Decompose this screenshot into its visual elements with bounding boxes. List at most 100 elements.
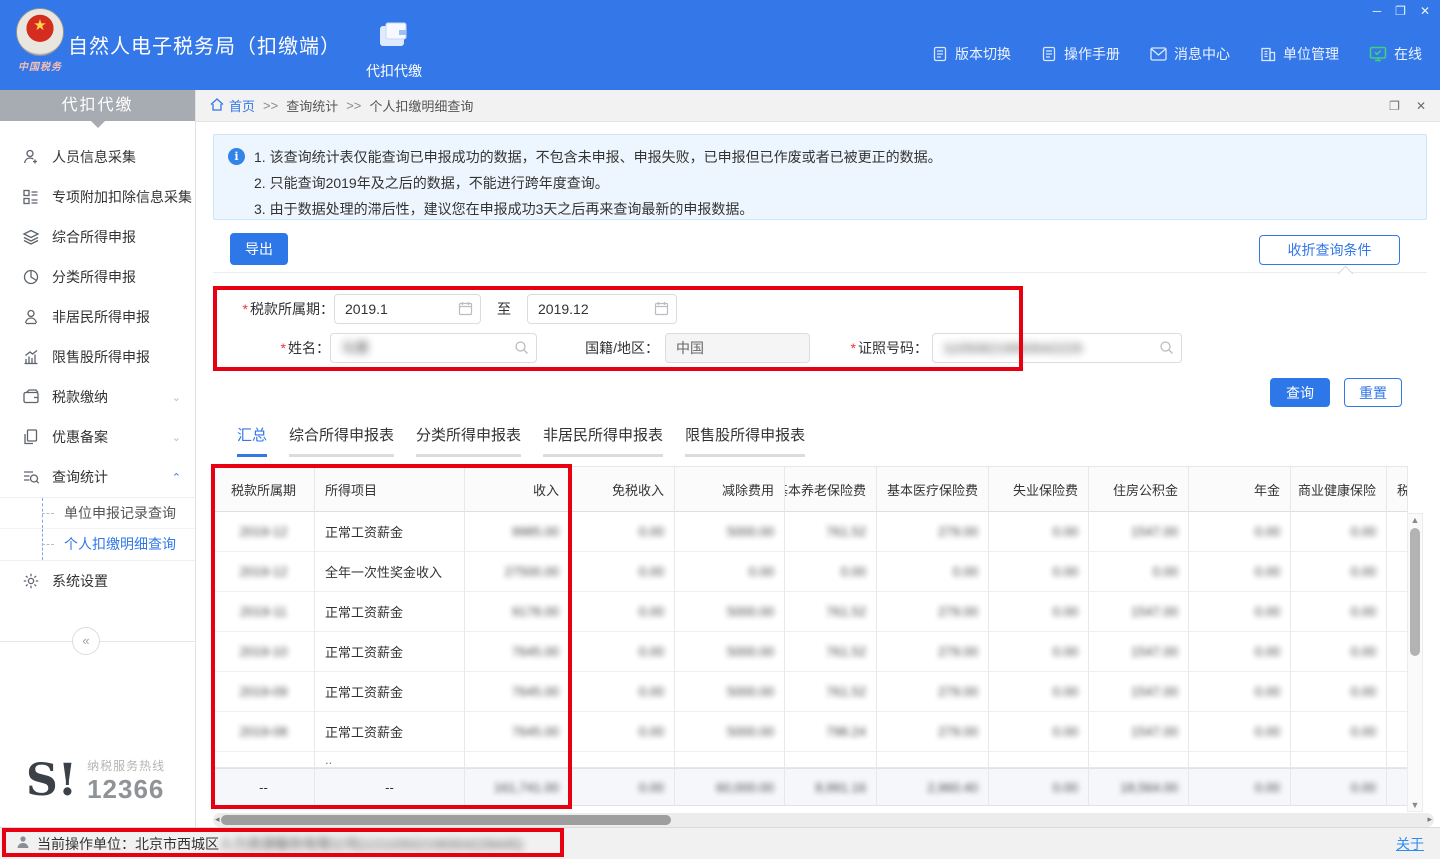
module-tab-withholding[interactable]: 代扣代缴 <box>348 16 440 90</box>
period-from-input[interactable]: 2019.1 <box>334 294 481 324</box>
id-label: *证照号码： <box>832 338 928 358</box>
close-button[interactable]: ✕ <box>1420 4 1430 18</box>
copy-icon <box>22 428 40 446</box>
table-cell: 所得项目 <box>315 466 465 512</box>
table-cell <box>213 752 315 768</box>
tab-comprehensive-income[interactable]: 综合所得申报表 <box>289 424 394 457</box>
maximize-button[interactable]: ❐ <box>1395 4 1406 18</box>
table-cell <box>1387 768 1408 806</box>
table-cell: 正常工资薪金 <box>315 632 465 672</box>
app-header: ★ 中国税务 自然人电子税务局（扣缴端） 代扣代缴 ─ ❐ ✕ 版本切换 操作手… <box>0 0 1440 90</box>
chevron-down-icon: ⌄ <box>172 431 181 444</box>
horizontal-scrollbar[interactable]: ◂ ▸ <box>213 813 1434 827</box>
scroll-right-arrow[interactable]: ▸ <box>1427 814 1432 825</box>
search-icon[interactable] <box>514 340 529 358</box>
menu-manual[interactable]: 操作手册 <box>1041 44 1120 64</box>
sidebar-item-special-deduction[interactable]: 专项附加扣除信息采集 <box>0 177 195 217</box>
sidebar-item-query-statistics[interactable]: 查询统计 ⌃ <box>0 457 195 497</box>
about-link[interactable]: 关于 <box>1396 834 1424 854</box>
reset-button[interactable]: 重置 <box>1344 378 1402 407</box>
table-cell: 5000.00 <box>675 712 785 752</box>
sidebar-item-restricted-shares[interactable]: 限售股所得申报 <box>0 337 195 377</box>
vertical-scroll-thumb[interactable] <box>1410 528 1420 656</box>
table-cell: 798.24 <box>785 712 877 752</box>
horizontal-scroll-thumb[interactable] <box>221 815 671 825</box>
id-input[interactable]: 110506219993042229 <box>932 333 1182 363</box>
table-cell <box>1387 712 1408 752</box>
scroll-down-arrow[interactable]: ▼ <box>1408 800 1422 810</box>
sidebar-item-system-settings[interactable]: 系统设置 <box>0 561 195 601</box>
minimize-button[interactable]: ─ <box>1373 4 1382 18</box>
table-cell <box>1387 592 1408 632</box>
scroll-left-arrow[interactable]: ◂ <box>215 814 220 825</box>
tab-classified-income[interactable]: 分类所得申报表 <box>416 424 521 457</box>
table-body: 2019-12正常工资薪金9985.000.005000.00761.52279… <box>213 512 1407 806</box>
sidebar-item-tax-payment[interactable]: 税款缴纳 ⌄ <box>0 377 195 417</box>
national-emblem-icon: ★ <box>16 8 64 56</box>
search-icon[interactable] <box>1159 340 1174 358</box>
table-cell <box>877 752 989 768</box>
table-cell: 2019-09 <box>213 672 315 712</box>
sidebar-item-nonresident-income[interactable]: 非居民所得申报 <box>0 297 195 337</box>
table-cell: 1547.00 <box>1089 512 1189 552</box>
calendar-icon[interactable] <box>458 301 473 319</box>
table-cell: 税 <box>1387 466 1408 512</box>
table-cell: 0.00 <box>1291 512 1387 552</box>
name-input[interactable]: 马蓉 <box>330 333 537 363</box>
tab-nonresident-income[interactable]: 非居民所得申报表 <box>543 424 663 457</box>
breadcrumb-level1[interactable]: 查询统计 <box>286 96 338 115</box>
breadcrumb-home[interactable]: 首页 <box>210 96 255 115</box>
table-cell: 全年一次性奖金收入 <box>315 552 465 592</box>
export-button[interactable]: 导出 <box>230 233 288 265</box>
menu-message-center[interactable]: 消息中心 <box>1150 44 1230 64</box>
table-cell: 0.00 <box>675 552 785 592</box>
module-tab-label: 代扣代缴 <box>348 61 440 81</box>
panel-notch <box>1338 266 1354 282</box>
table-row[interactable]: 2019-08正常工资薪金7645.000.005000.00798.24279… <box>213 712 1407 752</box>
sidebar-item-classified-income[interactable]: 分类所得申报 <box>0 257 195 297</box>
table-cell: 住房公积金 <box>1089 466 1189 512</box>
table-cell: 正常工资薪金 <box>315 712 465 752</box>
table-row[interactable]: 2019-11正常工资薪金9178.000.005000.00761.52279… <box>213 592 1407 632</box>
name-value: 马蓉 <box>341 338 369 358</box>
menu-unit-management[interactable]: 单位管理 <box>1260 44 1339 64</box>
table-row[interactable]: 2019-10正常工资薪金7645.000.005000.00761.52279… <box>213 632 1407 672</box>
breadcrumb-separator: >> <box>263 98 278 113</box>
sidebar-subitem-unit-declaration-query[interactable]: 单位申报记录查询 <box>0 498 195 529</box>
sidebar-header: 代扣代缴 <box>0 90 195 121</box>
tab-summary[interactable]: 汇总 <box>237 424 267 457</box>
current-unit-public: 北京市西城区 <box>135 834 219 854</box>
table-cell: 0.00 <box>989 672 1089 712</box>
table-cell: 761.52 <box>785 592 877 632</box>
table-row[interactable]: 2019-09正常工资薪金7645.000.005000.00761.52279… <box>213 672 1407 712</box>
sidebar-subitem-personal-withholding-query[interactable]: 个人扣缴明细查询 <box>0 529 195 560</box>
sidebar-collapse-button[interactable]: « <box>72 627 100 655</box>
period-to-input[interactable]: 2019.12 <box>527 294 677 324</box>
sidebar-item-comprehensive-income[interactable]: 综合所得申报 <box>0 217 195 257</box>
sidebar-item-preferential-filing[interactable]: 优惠备案 ⌄ <box>0 417 195 457</box>
pane-maximize-button[interactable]: ❐ <box>1389 99 1400 113</box>
table-row[interactable]: 2019-12全年一次性奖金收入27500.000.000.000.000.00… <box>213 552 1407 592</box>
tab-restricted-shares[interactable]: 限售股所得申报表 <box>685 424 805 457</box>
mail-icon <box>1150 47 1167 61</box>
table-cell: 0.00 <box>989 552 1089 592</box>
table-cell: 1547.00 <box>1089 592 1189 632</box>
calendar-icon[interactable] <box>654 301 669 319</box>
vertical-scrollbar[interactable]: ▲ ▼ <box>1407 513 1423 812</box>
table-row[interactable]: 2019-12正常工资薪金9985.000.005000.00761.52279… <box>213 512 1407 552</box>
wallet-icon <box>22 388 40 406</box>
query-button[interactable]: 查询 <box>1270 378 1330 407</box>
gear-icon <box>22 572 40 590</box>
sidebar-item-personnel-info[interactable]: 人员信息采集 <box>0 137 195 177</box>
menu-version-switch[interactable]: 版本切换 <box>932 44 1011 64</box>
table-cell: 279.00 <box>877 712 989 752</box>
table-cell: 0.00 <box>1189 768 1291 806</box>
table-cell: 正常工资薪金 <box>315 512 465 552</box>
table-cell: 2019-12 <box>213 552 315 592</box>
collapse-query-button[interactable]: 收折查询条件 <box>1259 235 1400 265</box>
scroll-up-arrow[interactable]: ▲ <box>1408 515 1422 525</box>
pane-close-button[interactable]: ✕ <box>1416 99 1426 113</box>
table-cell: 0.00 <box>989 592 1089 632</box>
table-cell: 761.52 <box>785 632 877 672</box>
table-cell: 0.00 <box>989 632 1089 672</box>
